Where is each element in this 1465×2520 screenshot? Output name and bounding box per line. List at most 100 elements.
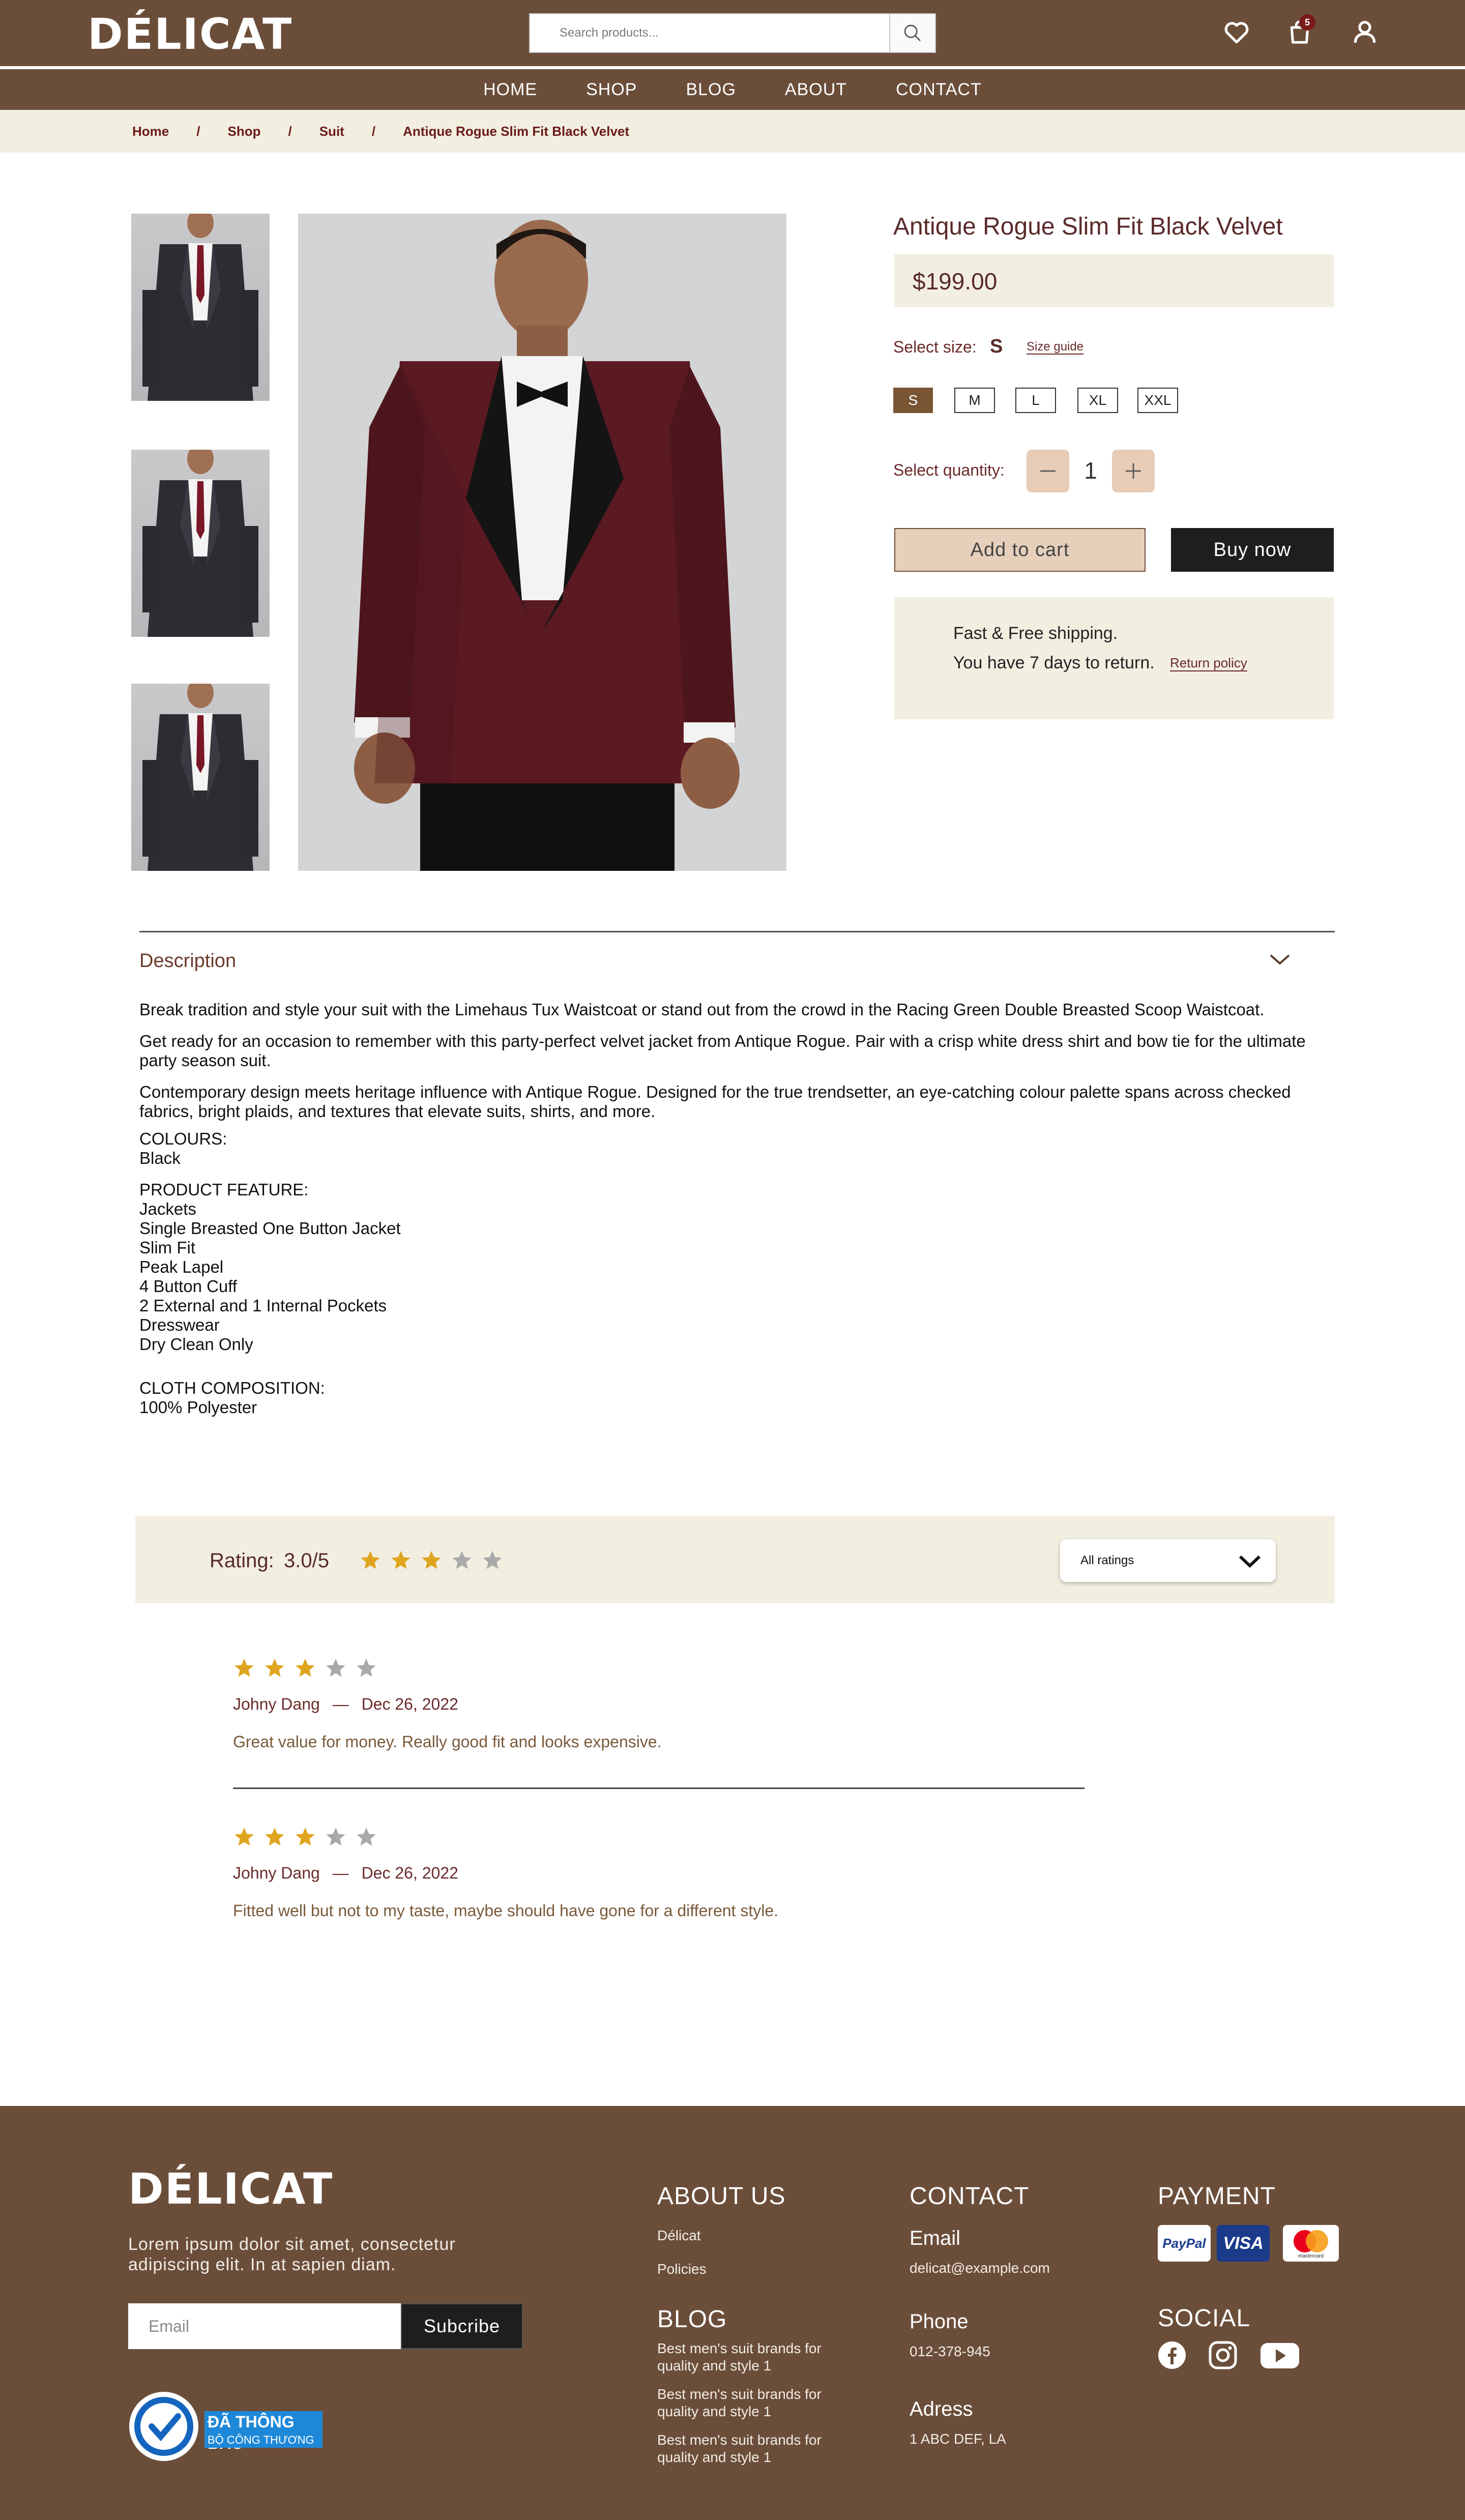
nav-shop[interactable]: SHOP [562,69,661,110]
contact-phone-label: Phone [910,2310,969,2333]
footer-logo[interactable]: DÉLICAT [128,2164,333,2214]
feature-item: 4 Button Cuff [139,1277,238,1296]
instagram-icon[interactable] [1209,2341,1237,2369]
rating-label: Rating: [210,1549,274,1572]
description-paragraph: Contemporary design meets heritage influ… [139,1082,1291,1121]
review-dash: — [332,1695,349,1713]
footer-blog-link[interactable]: Best men's suit brands for quality and s… [657,2386,851,2420]
breadcrumb-current: Antique Rogue Slim Fit Black Velvet [403,123,630,139]
suit-thumbnail-image [142,214,258,401]
mastercard-card: mastercard [1283,2225,1339,2262]
quantity-value[interactable]: 1 [1078,457,1103,484]
size-option-s[interactable]: S [893,388,933,413]
facebook-icon[interactable] [1158,2341,1186,2369]
breadcrumb-separator: / [371,123,376,139]
star-empty-icon [452,1550,472,1569]
cart-button[interactable]: 5 [1284,14,1315,48]
visa-logo: VISA [1223,2233,1264,2253]
registered-badge[interactable]: ĐÃ THÔNG BÁO BỘ CÔNG THƯƠNG [128,2391,327,2462]
size-guide-link[interactable]: Size guide [1027,340,1083,354]
review-date: Dec 26, 2022 [361,1695,458,1713]
suit-thumbnail-image [142,450,258,637]
product-thumbnail-3[interactable] [131,684,270,871]
contact-heading: CONTACT [910,2183,1030,2210]
buy-now-button[interactable]: Buy now [1171,528,1334,572]
product-thumbnail-1[interactable] [131,214,270,401]
footer-link-policies[interactable]: Policies [657,2261,706,2278]
wishlist-button[interactable] [1221,16,1252,48]
account-button[interactable] [1349,16,1381,48]
search-button[interactable] [889,14,935,52]
nav-about[interactable]: ABOUT [760,69,871,110]
subscribe-button[interactable]: Subcribe [401,2303,523,2349]
star-filled-icon [235,1827,254,1846]
colours-label: COLOURS: [139,1129,227,1148]
product-price: $199.00 [913,268,998,295]
review-divider [233,1788,1085,1789]
newsletter-email-input[interactable] [128,2303,401,2349]
top-bar: DÉLICAT 5 [0,0,1465,66]
size-option-xxl[interactable]: XXL [1137,388,1178,413]
user-icon [1354,21,1376,43]
breadcrumb-shop[interactable]: Shop [227,124,260,139]
description-paragraph: Break tradition and style your suit with… [139,1000,1265,1019]
feature-item: Peak Lapel [139,1257,224,1276]
review-meta: Johny Dang — Dec 26, 2022 [233,1695,458,1714]
feature-item: Single Breasted One Button Jacket [139,1219,401,1238]
quantity-decrease-button[interactable] [1027,450,1069,492]
star-empty-icon [357,1658,376,1677]
return-policy-link[interactable]: Return policy [1170,655,1247,671]
review-date: Dec 26, 2022 [361,1864,458,1882]
selected-size-value: S [990,336,1003,357]
search-box [529,13,936,53]
review-stars [233,1826,386,1851]
breadcrumb-suit[interactable]: Suit [319,124,344,139]
review-text: Great value for money. Really good fit a… [233,1733,662,1751]
size-option-l[interactable]: L [1015,388,1056,413]
chevron-down-icon[interactable] [1269,952,1291,970]
star-empty-icon [326,1827,345,1846]
cart-count-badge: 5 [1299,14,1315,31]
add-to-cart-button[interactable]: Add to cart [894,528,1146,572]
star-filled-icon [391,1550,411,1569]
paypal-logo: PayPal [1162,2235,1206,2251]
product-title: Antique Rogue Slim Fit Black Velvet [893,213,1283,240]
size-option-m[interactable]: M [954,388,995,413]
payment-heading: PAYMENT [1158,2183,1276,2210]
footer-link-delicat[interactable]: Délicat [657,2227,701,2244]
footer-blog-link[interactable]: Best men's suit brands for quality and s… [657,2340,851,2375]
contact-email-value[interactable]: delicat@example.com [910,2260,1050,2277]
about-heading: ABOUT US [657,2183,786,2210]
star-filled-icon [422,1550,441,1569]
visa-card: VISA [1217,2225,1270,2262]
ratings-filter-select[interactable]: All ratings [1060,1539,1276,1582]
nav-contact[interactable]: CONTACT [871,69,1006,110]
badge-subtitle: BỘ CÔNG THƯƠNG [204,2433,323,2448]
feature-item: Dresswear [139,1315,220,1334]
product-thumbnail-2[interactable] [131,450,270,637]
footer-tagline: Lorem ipsum dolor sit amet, consectetur … [128,2235,456,2274]
minus-icon [1040,470,1056,472]
nav-home[interactable]: HOME [459,69,562,110]
youtube-icon[interactable] [1259,2341,1300,2369]
review-meta: Johny Dang — Dec 26, 2022 [233,1864,458,1883]
feature-item: Dry Clean Only [139,1335,253,1354]
description-paragraph: Get ready for an occasion to remember wi… [139,1032,1306,1070]
description-toggle[interactable]: Description [139,950,236,972]
velvet-jacket-model-image [298,214,786,871]
nav-blog[interactable]: BLOG [661,69,760,110]
footer-blog-link[interactable]: Best men's suit brands for quality and s… [657,2431,851,2466]
contact-phone-value[interactable]: 012-378-945 [910,2343,990,2360]
quantity-increase-button[interactable] [1112,450,1155,492]
suit-thumbnail-image [142,684,258,871]
check-badge-icon [129,2392,198,2461]
search-input[interactable] [530,14,889,52]
star-filled-icon [296,1658,315,1677]
star-filled-icon [265,1658,284,1677]
breadcrumb-home[interactable]: Home [132,124,169,139]
size-option-xl[interactable]: XL [1077,388,1118,413]
description-body: Break tradition and style your suit with… [139,1000,1325,1429]
logo[interactable]: DÉLICAT [87,9,292,59]
product-main-image[interactable] [298,214,786,871]
feature-item: Slim Fit [139,1238,195,1257]
